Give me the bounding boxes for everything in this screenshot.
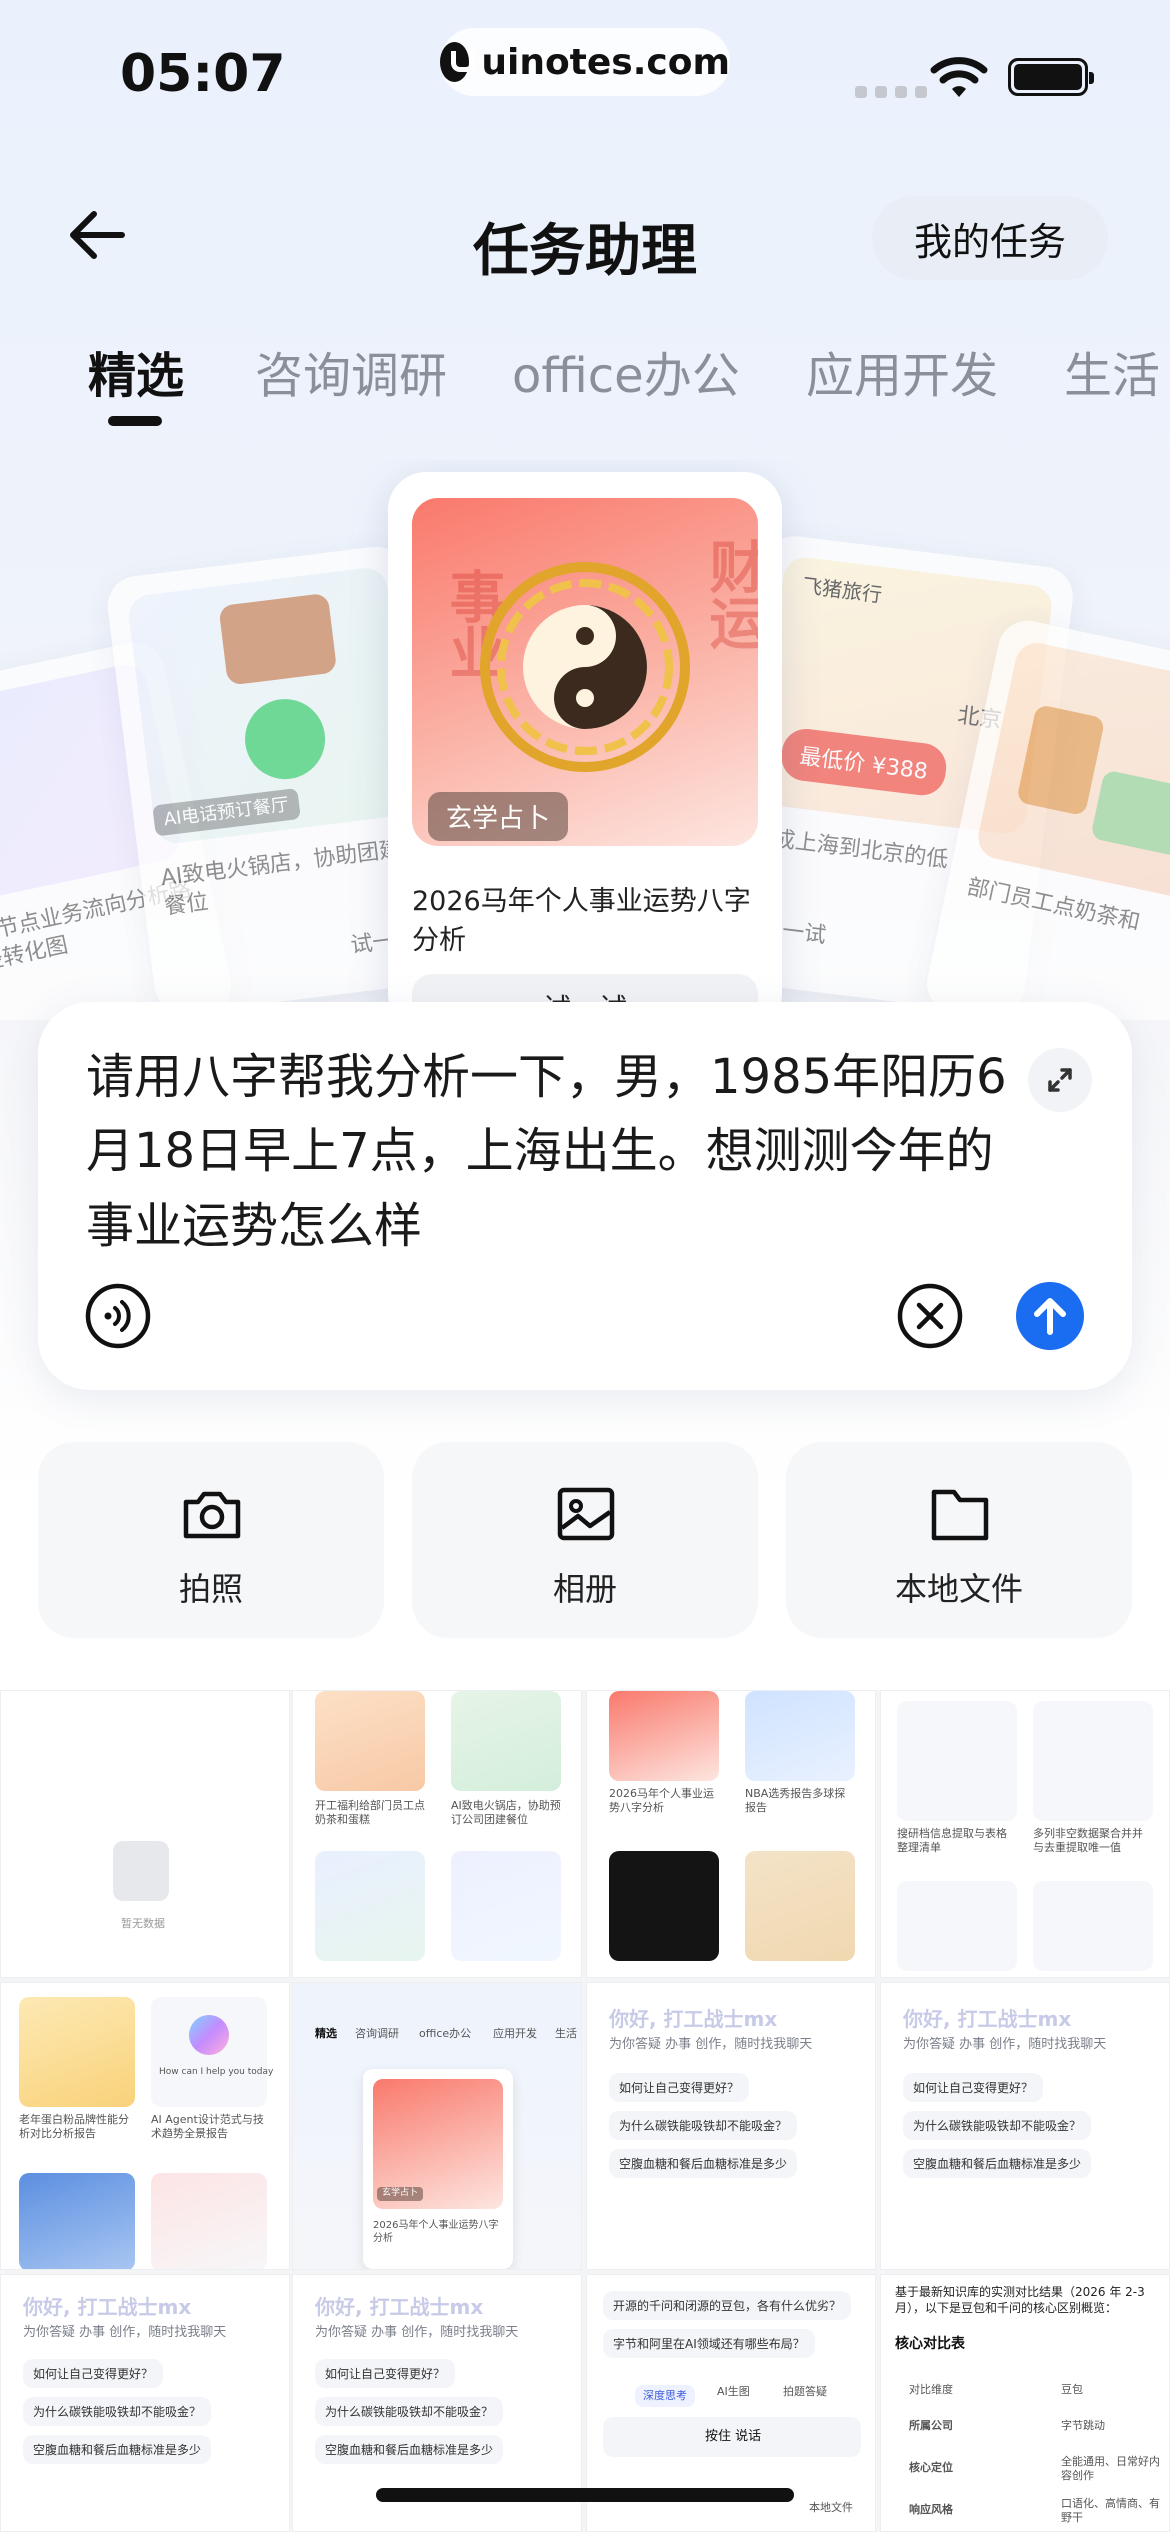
expand-icon[interactable] bbox=[1028, 1048, 1092, 1112]
url-pill: uinotes.com bbox=[440, 28, 730, 96]
grid-cell-chat-3[interactable]: 你好, 打工战士mx 为你答疑 办事 创作，随时找我聊天 如何让自己变得更好？ … bbox=[0, 2274, 290, 2532]
price-badge: 最低价 ¥388 bbox=[778, 726, 949, 798]
gallery-icon bbox=[557, 1487, 615, 1541]
grid-cell-tasks-4[interactable]: How can I help you today 老年蛋白粉品牌性能分析对比分析… bbox=[0, 1982, 290, 2270]
card-title: 2026马年个人事业运势八字分析 bbox=[412, 886, 751, 957]
card-thumbnail bbox=[974, 638, 1170, 905]
fortune-thumbnail: 事业 财运 玄学占卜 bbox=[412, 498, 758, 846]
empty-icon bbox=[113, 1841, 169, 1901]
clear-icon[interactable] bbox=[896, 1282, 964, 1350]
tea-image bbox=[1016, 703, 1106, 817]
hotpot-image bbox=[218, 592, 338, 686]
tab-life[interactable]: 生活 bbox=[1064, 336, 1160, 406]
category-badge: 玄学占卜 bbox=[428, 792, 569, 841]
tab-office[interactable]: office办公 bbox=[512, 336, 740, 406]
camera-label: 拍照 bbox=[178, 1570, 243, 1608]
grid-cell-tasks-3[interactable]: 搜研档信息提取与表格整理清单 多列非空数据聚合并并与去重提取唯一值 bbox=[880, 1690, 1170, 1978]
category-tabs: 精选 咨询调研 office办公 应用开发 生活 bbox=[0, 336, 1170, 446]
grid-cell-home-preview[interactable]: 精选 咨询调研 office办公 应用开发 生活 玄学占卜 2026马年个人事业… bbox=[292, 1982, 582, 2270]
grid-cell-empty[interactable]: 暂无数据 bbox=[0, 1690, 290, 1978]
folder-icon bbox=[931, 1489, 989, 1541]
voice-input-icon[interactable] bbox=[84, 1282, 152, 1350]
camera-icon bbox=[183, 1491, 241, 1539]
wifi-icon bbox=[930, 57, 988, 97]
brand-label: 飞猪旅行 bbox=[800, 573, 884, 607]
task-carousel: 多节点业务流向分析路径转化图 AI电话预订餐厅 AI致电火锅店，协助团建餐位 试… bbox=[0, 460, 1170, 1020]
camera-button[interactable]: 拍照 bbox=[38, 1442, 384, 1638]
tab-app-dev[interactable]: 应用开发 bbox=[806, 336, 998, 406]
gallery-button[interactable]: 相册 bbox=[412, 1442, 758, 1638]
tab-consulting[interactable]: 咨询调研 bbox=[255, 336, 447, 406]
cake-image bbox=[1090, 769, 1170, 859]
site-logo-icon bbox=[440, 42, 476, 82]
grid-cell-chat-2[interactable]: 你好, 打工战士mx 为你答疑 办事 创作，随时找我聊天 如何让自己变得更好？ … bbox=[880, 1982, 1170, 2270]
url-text: uinotes.com bbox=[481, 41, 730, 83]
card-caption: AI致电火锅店，协助团建餐位 bbox=[159, 836, 403, 920]
active-tab-indicator bbox=[108, 416, 162, 426]
grid-cell-chat-1[interactable]: 你好, 打工战士mx 为你答疑 办事 创作，随时找我聊天 如何让自己变得更好？ … bbox=[586, 1982, 876, 2270]
prompt-input-card[interactable]: 请用八字帮我分析一下，男，1985年阳历6月18日早上7点，上海出生。想测测今年… bbox=[38, 1002, 1132, 1390]
recent-screenshots-grid: 暂无数据 开工福利给部门员工点奶茶和蛋糕 AI致电火锅店，协助预订公司团建餐位 … bbox=[0, 1690, 1170, 2532]
my-tasks-button[interactable]: 我的任务 bbox=[872, 196, 1108, 280]
grid-cell-tasks-2[interactable]: 2026马年个人事业运势八字分析 NBA选秀报告多球探报告 bbox=[586, 1690, 876, 1978]
prompt-input[interactable]: 请用八字帮我分析一下，男，1985年阳历6月18日早上7点，上海出生。想测测今年… bbox=[86, 1040, 1026, 1263]
signal-icon bbox=[855, 86, 927, 98]
carousel-card-main[interactable]: 事业 财运 玄学占卜 2026马年个人事业运势八字分析 试一试 bbox=[388, 472, 782, 1020]
battery-icon bbox=[1008, 58, 1094, 96]
yin-yang-icon bbox=[480, 562, 690, 772]
status-time: 05:07 bbox=[120, 44, 286, 104]
send-icon[interactable] bbox=[1016, 1282, 1084, 1350]
gallery-label: 相册 bbox=[552, 1570, 617, 1608]
grid-cell-answer[interactable]: 基于最新知识库的实测对比结果（2026 年 2-3月），以下是豆包和千问的核心区… bbox=[880, 2274, 1170, 2532]
empty-label: 暂无数据 bbox=[121, 1917, 165, 1930]
local-files-button[interactable]: 本地文件 bbox=[786, 1442, 1132, 1638]
phone-icon bbox=[240, 694, 330, 784]
tab-featured[interactable]: 精选 bbox=[88, 336, 184, 406]
home-indicator bbox=[376, 2488, 794, 2502]
grid-cell-tasks-1[interactable]: 开工福利给部门员工点奶茶和蛋糕 AI致电火锅店，协助预订公司团建餐位 bbox=[292, 1690, 582, 1978]
local-files-label: 本地文件 bbox=[894, 1570, 1023, 1608]
